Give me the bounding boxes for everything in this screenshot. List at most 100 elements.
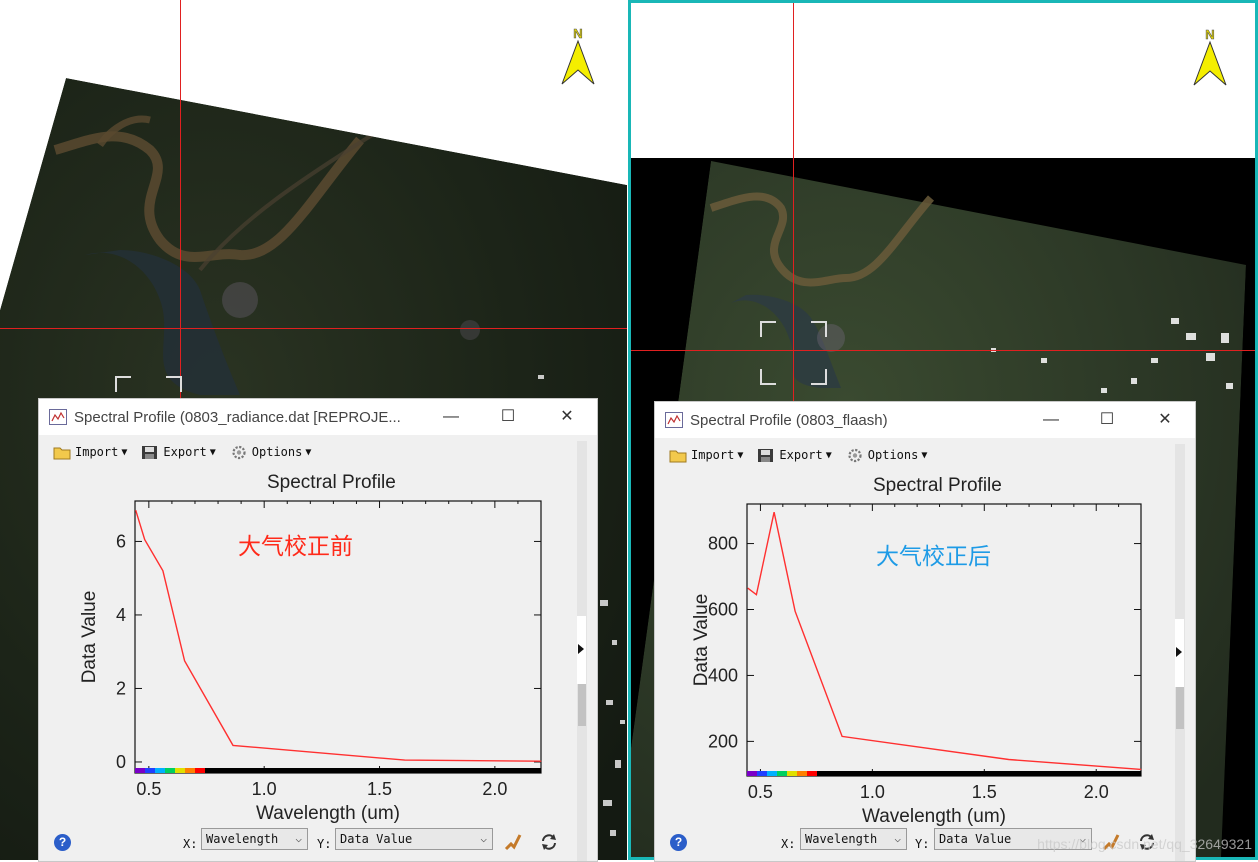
crosshair-horizontal	[0, 328, 627, 329]
folder-icon	[53, 447, 71, 459]
window-title: Spectral Profile (0803_radiance.dat [REP…	[74, 408, 401, 426]
spectral-profile-window-left[interactable]: Spectral Profile (0803_radiance.dat [REP…	[38, 398, 598, 862]
window-titlebar[interactable]: Spectral Profile (0803_flaash) — ☐ ✕	[655, 402, 1195, 438]
chevron-down-icon: ▼	[305, 446, 312, 458]
wavelength-color-band	[777, 771, 788, 776]
spectral-profile-window-right[interactable]: Spectral Profile (0803_flaash) — ☐ ✕ Imp…	[654, 401, 1196, 862]
wavelength-color-band	[165, 768, 176, 773]
export-label: Export	[163, 445, 207, 459]
y-tick-label: 4	[116, 605, 126, 625]
export-menu[interactable]: Export ▼	[757, 448, 832, 463]
x-tick-label: 1.5	[972, 782, 997, 802]
y-axis-label: Data Value	[79, 591, 100, 684]
y-tick-label: 400	[708, 665, 738, 685]
y-axis-label: Data Value	[691, 594, 712, 687]
maximize-button[interactable]: ☐	[494, 405, 522, 429]
wavelength-color-band	[757, 771, 768, 776]
import-label: Import	[691, 448, 735, 462]
wavelength-color-band	[205, 768, 216, 773]
minimize-button[interactable]: —	[437, 405, 465, 429]
x-axis-label: Wavelength (um)	[256, 803, 400, 824]
help-icon[interactable]: ?	[670, 834, 687, 851]
collapse-panel-toggle[interactable]	[1175, 619, 1184, 687]
y-axis-select[interactable]: Data Value ⌵	[335, 828, 493, 850]
export-menu[interactable]: Export ▼	[141, 445, 216, 460]
x-tick-label: 0.5	[136, 779, 161, 799]
maximize-button[interactable]: ☐	[1093, 408, 1121, 432]
window-title: Spectral Profile (0803_flaash)	[690, 411, 888, 429]
y-axis-select-value: Data Value	[340, 832, 413, 846]
chevron-down-icon: ▼	[737, 449, 744, 461]
x-tick-label: 1.0	[860, 782, 885, 802]
plot-title: Spectral Profile	[873, 475, 1002, 496]
watermark-text: https://blog.csdn.net/qq_32649321	[1037, 836, 1252, 852]
x-tick-label: 0.5	[748, 782, 773, 802]
zoom-box-corner	[811, 321, 827, 337]
x-axis-select-label: X:	[183, 837, 198, 851]
import-menu[interactable]: Import ▼	[53, 445, 127, 460]
x-axis-select-value: Wavelength	[805, 832, 878, 846]
plot-style-icon[interactable]	[503, 831, 523, 851]
collapse-panel-toggle[interactable]	[577, 616, 586, 684]
wavelength-color-band	[215, 768, 541, 773]
x-axis-select-label: X:	[781, 837, 796, 851]
chevron-down-icon: ▼	[825, 449, 832, 461]
wavelength-color-band	[145, 768, 156, 773]
profile-toolbar: Import ▼ Export ▼ Options ▼	[39, 435, 597, 469]
minimize-button[interactable]: —	[1037, 408, 1065, 432]
wavelength-color-band	[827, 771, 1141, 776]
options-menu[interactable]: Options ▼	[230, 445, 312, 460]
spectral-profile-app-icon	[665, 412, 683, 428]
folder-icon	[669, 450, 687, 462]
wavelength-color-band	[787, 771, 798, 776]
gear-icon	[848, 448, 862, 462]
crosshair-vertical	[793, 3, 794, 401]
svg-text:N: N	[573, 26, 582, 41]
import-menu[interactable]: Import ▼	[669, 448, 743, 463]
x-tick-label: 2.0	[1084, 782, 1109, 802]
chevron-down-icon: ⌵	[295, 832, 302, 845]
gear-icon	[232, 445, 246, 459]
crosshair-vertical	[180, 0, 181, 398]
zoom-box-corner	[811, 369, 827, 385]
x-axis-select[interactable]: Wavelength ⌵	[201, 828, 308, 850]
wavelength-color-band	[195, 768, 206, 773]
zoom-box-corner	[760, 369, 776, 385]
options-menu[interactable]: Options ▼	[846, 448, 928, 463]
crosshair-horizontal	[631, 350, 1255, 351]
window-titlebar[interactable]: Spectral Profile (0803_radiance.dat [REP…	[39, 399, 597, 435]
x-axis-select[interactable]: Wavelength ⌵	[800, 828, 907, 850]
refresh-icon[interactable]	[539, 832, 559, 852]
svg-text:N: N	[1205, 27, 1214, 42]
x-tick-label: 1.5	[367, 779, 392, 799]
x-axis-select-value: Wavelength	[206, 832, 279, 846]
y-axis-select-value: Data Value	[939, 832, 1012, 846]
wavelength-color-band	[135, 768, 146, 773]
wavelength-color-band	[747, 771, 758, 776]
import-label: Import	[75, 445, 119, 459]
chevron-down-icon: ⌵	[480, 832, 487, 845]
wavelength-color-band	[175, 768, 186, 773]
zoom-box-corner	[760, 321, 776, 337]
wavelength-color-band	[767, 771, 778, 776]
north-arrow-icon: N	[561, 26, 595, 85]
chevron-down-icon: ▼	[121, 446, 128, 458]
y-axis-select-label: Y:	[915, 837, 930, 851]
chevron-down-icon: ▼	[209, 446, 216, 458]
chevron-down-icon: ▼	[921, 449, 928, 461]
wavelength-color-band	[155, 768, 166, 773]
close-button[interactable]: ✕	[553, 405, 581, 429]
zoom-box-corner	[166, 376, 182, 392]
wavelength-color-band	[185, 768, 196, 773]
y-tick-label: 200	[708, 731, 738, 751]
x-tick-label: 2.0	[482, 779, 507, 799]
north-arrow-icon: N	[1193, 27, 1227, 86]
annotation-before-correction: 大气校正前	[238, 533, 353, 559]
close-button[interactable]: ✕	[1151, 408, 1179, 432]
y-tick-label: 0	[116, 752, 126, 772]
help-icon[interactable]: ?	[54, 834, 71, 851]
triangle-right-icon	[578, 644, 584, 654]
y-tick-label: 2	[116, 678, 126, 698]
save-disk-icon	[758, 448, 774, 462]
x-tick-label: 1.0	[252, 779, 277, 799]
